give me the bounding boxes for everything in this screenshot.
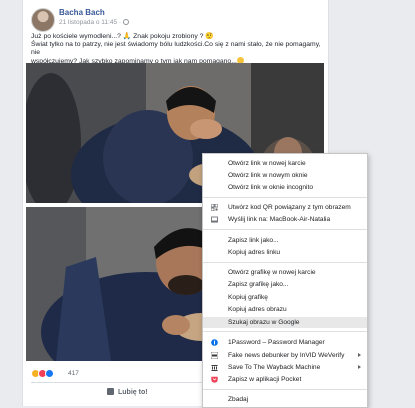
menu-item-label: Wyślij link na: MacBook-Air-Natalia [228, 216, 331, 223]
menu-item-1password[interactable]: 1Password – Password Manager [203, 337, 367, 348]
menu-item-copy-link-address[interactable]: Kopiuj adres linku [203, 247, 367, 258]
menu-item-create-qr-code[interactable]: Utwórz kod QR powiązany z tym obrazem [203, 202, 367, 213]
post-author[interactable]: Bacha Bach [59, 8, 105, 17]
post-text: Już po kościele wymodleni...? 🙏 Znak pok… [31, 33, 321, 66]
menu-separator [203, 389, 367, 390]
menu-item-save-link-as[interactable]: Zapisz link jako... [203, 235, 367, 246]
like-button[interactable]: Lubię to! [107, 388, 148, 396]
qr-code-icon [211, 204, 218, 211]
menu-item-send-link-to-device[interactable]: Wyślij link na: MacBook-Air-Natalia [203, 214, 367, 225]
menu-item-label: Utwórz kod QR powiązany z tym obrazem [228, 204, 351, 211]
post-date[interactable]: 21 listopada o 11:45 · [59, 19, 130, 26]
like-reaction-icon [45, 369, 54, 378]
post-text-line-1: Już po kościele wymodleni...? 🙏 Znak pok… [31, 33, 214, 40]
menu-item-open-link-new-tab[interactable]: Otwórz link w nowej karcie [203, 158, 367, 169]
reaction-count[interactable]: 417 [68, 370, 79, 377]
menu-item-invid[interactable]: Fake news debunker by InVID WeVerify [203, 350, 367, 361]
menu-item-label: Zapisz w aplikacji Pocket [228, 376, 302, 383]
onepassword-icon [211, 339, 218, 346]
menu-item-label: Fake news debunker by InVID WeVerify [228, 352, 345, 359]
menu-item-open-link-new-window[interactable]: Otwórz link w nowym oknie [203, 170, 367, 181]
invid-icon [211, 352, 218, 359]
devices-icon [211, 216, 218, 223]
browser-context-menu: Otwórz link w nowej karcie Otwórz link w… [202, 153, 368, 408]
menu-item-save-image-as[interactable]: Zapisz grafikę jako... [203, 279, 367, 290]
like-button-label: Lubię to! [118, 389, 148, 396]
avatar[interactable] [31, 8, 55, 32]
menu-item-open-image-new-tab[interactable]: Otwórz grafikę w nowej karcie [203, 267, 367, 278]
menu-item-open-link-incognito[interactable]: Otwórz link w oknie incognito [203, 182, 367, 193]
menu-separator [203, 262, 367, 263]
menu-separator [203, 197, 367, 198]
menu-separator [203, 331, 367, 332]
menu-item-label: 1Password – Password Manager [228, 339, 325, 346]
menu-item-save-to-pocket[interactable]: Zapisz w aplikacji Pocket [203, 374, 367, 385]
menu-item-search-image-google[interactable]: Szukaj obrazu w Google [203, 317, 367, 328]
menu-item-wayback-machine[interactable]: Save To The Wayback Machine [203, 362, 367, 373]
pocket-icon [211, 376, 218, 383]
thumbs-up-icon [107, 388, 114, 395]
chevron-right-icon [358, 353, 361, 357]
chevron-right-icon [358, 365, 361, 369]
wayback-icon [211, 365, 218, 371]
menu-item-label: Save To The Wayback Machine [228, 364, 321, 371]
post-date-text[interactable]: 21 listopada o 11:45 · [59, 19, 121, 26]
menu-item-copy-image[interactable]: Kopiuj grafikę [203, 292, 367, 303]
globe-icon [123, 19, 130, 25]
menu-item-inspect[interactable]: Zbadaj [203, 394, 367, 405]
menu-separator [203, 229, 367, 230]
menu-item-copy-image-address[interactable]: Kopiuj adres obrazu [203, 304, 367, 315]
post-text-line-2: Świat tylko na to patrzy, nie jest świad… [31, 41, 321, 56]
